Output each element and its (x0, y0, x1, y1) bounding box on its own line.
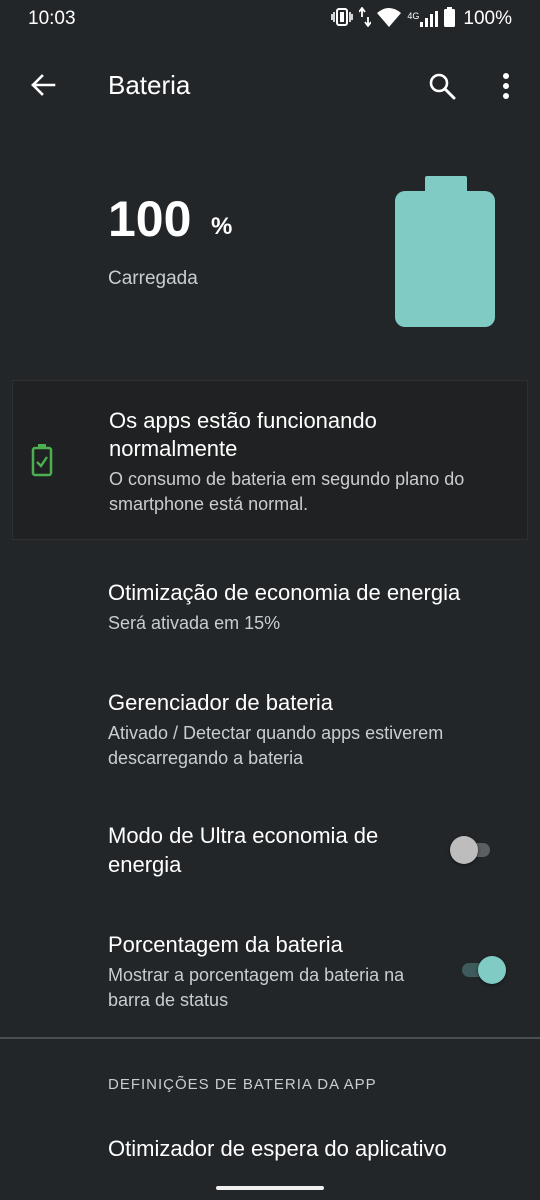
battery-percentage-toggle[interactable] (458, 953, 512, 987)
data-arrows-icon (358, 6, 373, 32)
battery-icon (444, 6, 456, 32)
signal-4g-icon: 4G (407, 11, 439, 27)
section-divider (0, 1037, 540, 1039)
setting-app-standby-optimizer[interactable]: Otimizador de espera do aplicativo (0, 1126, 540, 1176)
battery-state: Carregada (108, 268, 198, 289)
back-button[interactable] (22, 64, 64, 106)
battery-level-graphic (395, 176, 497, 330)
vibrate-icon (331, 7, 354, 31)
setting-title: Porcentagem da bateria (108, 932, 343, 957)
status-battery-percent: 100% (463, 8, 512, 29)
gesture-nav-handle[interactable] (216, 1186, 324, 1190)
status-card-subtitle: O consumo de bateria em segundo plano do… (109, 469, 465, 514)
battery-check-icon (31, 444, 53, 477)
battery-unit: % (211, 213, 233, 240)
battery-status-card[interactable]: Os apps estão funcionando normalmente O … (12, 380, 528, 540)
setting-title: Modo de Ultra economia de energia (108, 823, 379, 877)
setting-battery-manager[interactable]: Gerenciador de bateria Ativado / Detecta… (0, 680, 540, 780)
toggle-thumb (478, 956, 506, 984)
setting-subtitle: Será ativada em 15% (108, 613, 281, 633)
setting-battery-percentage[interactable]: Porcentagem da bateria Mostrar a porcent… (0, 922, 540, 1022)
arrow-back-icon (31, 74, 56, 96)
setting-subtitle: Ativado / Detectar quando apps estiverem… (108, 723, 444, 768)
wifi-icon (377, 7, 402, 32)
status-bar: 10:03 4G 100% (0, 0, 540, 38)
more-vert-icon (503, 73, 509, 99)
status-icons: 4G 100% (331, 6, 512, 32)
setting-title: Otimização de economia de energia (108, 580, 461, 605)
search-icon (429, 73, 456, 100)
battery-settings-screen: 10:03 4G 100% Bateria 100 % Carregada Os… (0, 0, 540, 1200)
setting-title: Otimizador de espera do aplicativo (108, 1136, 447, 1161)
setting-title: Gerenciador de bateria (108, 690, 334, 715)
app-bar: Bateria (0, 56, 540, 114)
search-button[interactable] (420, 64, 464, 108)
battery-level: 100 (108, 191, 192, 247)
setting-power-saving-optimization[interactable]: Otimização de economia de energia Será a… (0, 570, 540, 644)
ultra-power-saving-toggle[interactable] (450, 833, 504, 867)
app-battery-section-header: DEFINIÇÕES DE BATERIA DA APP (108, 1076, 377, 1093)
battery-fill (395, 191, 495, 327)
status-time: 10:03 (28, 8, 76, 29)
status-card-title: Os apps estão funcionando normalmente (109, 408, 377, 461)
network-type-label: 4G (407, 11, 420, 21)
setting-subtitle: Mostrar a porcentagem da bateria na barr… (108, 965, 405, 1010)
toggle-thumb (450, 836, 478, 864)
setting-ultra-power-saving[interactable]: Modo de Ultra economia de energia (0, 812, 540, 892)
more-options-button[interactable] (486, 64, 526, 108)
page-title: Bateria (108, 70, 191, 100)
battery-cap (425, 176, 467, 192)
